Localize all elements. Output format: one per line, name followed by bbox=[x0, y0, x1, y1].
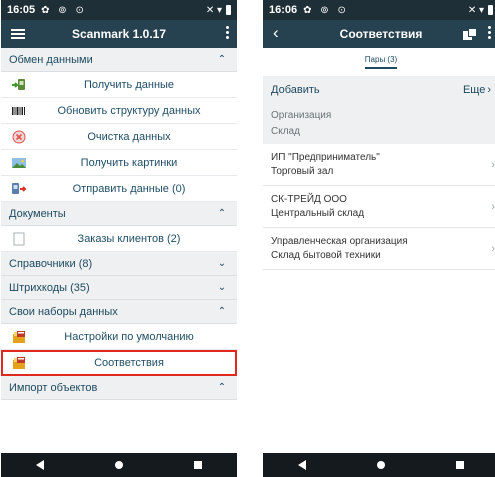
sync-icon[interactable] bbox=[463, 28, 477, 40]
main-menu-list: Обмен данными ⌃ Получить данные Обновить ст… bbox=[1, 48, 237, 400]
menu-item[interactable]: Получить данные bbox=[1, 72, 237, 98]
section-title: Документы bbox=[9, 207, 66, 220]
section-title: Справочники (8) bbox=[9, 257, 93, 270]
pair-organization: ИП "Предприниматель" bbox=[271, 151, 380, 163]
more-options-icon[interactable] bbox=[226, 26, 229, 39]
android-nav-bar bbox=[263, 453, 495, 477]
section-header[interactable]: Импорт объектов ⌃ bbox=[1, 376, 237, 400]
app-title: Scanmark 1.0.17 bbox=[71, 27, 167, 41]
chevron-up-icon[interactable]: ⌃ bbox=[215, 53, 229, 67]
menu-item-label: Обновить структуру данных bbox=[57, 104, 201, 117]
nav-home-icon[interactable] bbox=[376, 461, 385, 469]
section-header[interactable]: Справочники (8) ⌄ bbox=[1, 252, 237, 276]
pair-warehouse: Торговый зал bbox=[271, 165, 334, 177]
chevron-down-icon[interactable]: ⌄ bbox=[215, 281, 229, 295]
phone-main-menu: 16:05 ✿ ⊚ ⊙ ✕ ▾ Scanmark 1.0.17 Обмен да… bbox=[1, 0, 237, 477]
status-notification-icons: ✿ ⊚ ⊙ bbox=[303, 4, 349, 16]
barcode-icon bbox=[11, 104, 27, 118]
section-title: Свои наборы данных bbox=[9, 305, 118, 318]
nav-home-icon[interactable] bbox=[114, 461, 123, 469]
menu-item[interactable]: Очистка данных bbox=[1, 124, 237, 150]
section-header[interactable]: Обмен данными ⌃ bbox=[1, 48, 237, 72]
section-title: Штрихкоды (35) bbox=[9, 281, 90, 294]
chevron-down-icon[interactable]: ⌄ bbox=[215, 257, 229, 271]
image-icon bbox=[11, 156, 27, 170]
screenshot-stage: 16:05 ✿ ⊚ ⊙ ✕ ▾ Scanmark 1.0.17 Обмен да… bbox=[0, 0, 495, 477]
status-system-icons: ✕ ▾ bbox=[468, 0, 493, 20]
section-header[interactable]: Документы ⌃ bbox=[1, 202, 237, 226]
status-bar: 16:06 ✿ ⊚ ⊙ ✕ ▾ bbox=[263, 0, 495, 20]
send-data-icon bbox=[11, 182, 27, 196]
nav-recents-icon[interactable] bbox=[193, 461, 202, 469]
action-row: Добавить Еще › bbox=[263, 76, 495, 104]
menu-item-label: Настройки по умолчанию bbox=[64, 330, 194, 343]
menu-item[interactable]: Получить картинки bbox=[1, 150, 237, 176]
menu-item-label: Заказы клиентов (2) bbox=[77, 232, 181, 245]
menu-item-label: Получить картинки bbox=[80, 156, 178, 169]
pair-row[interactable]: ИП "Предприниматель" Торговый зал › bbox=[263, 144, 495, 186]
more-button[interactable]: Еще › bbox=[463, 84, 491, 96]
receive-data-icon bbox=[11, 78, 27, 92]
section-title: Обмен данными bbox=[9, 53, 93, 66]
menu-item-label: Получить данные bbox=[83, 78, 175, 91]
chevron-up-icon[interactable]: ⌃ bbox=[215, 305, 229, 319]
mapping-dataset-icon bbox=[11, 356, 27, 370]
nav-recents-icon[interactable] bbox=[455, 461, 464, 469]
menu-item[interactable]: Соответствия bbox=[1, 350, 237, 376]
pair-row[interactable]: СК-ТРЕЙД ООО Центральный склад › bbox=[263, 186, 495, 228]
more-options-icon[interactable] bbox=[488, 26, 491, 39]
status-system-icons: ✕ ▾ bbox=[206, 0, 231, 20]
screen-title: Соответствия bbox=[339, 27, 423, 41]
menu-item[interactable]: Заказы клиентов (2) bbox=[1, 226, 237, 252]
header-warehouse: Склад bbox=[271, 126, 300, 137]
signal-icon: ✕ ▾ bbox=[205, 4, 222, 16]
menu-item[interactable]: Отправить данные (0) bbox=[1, 176, 237, 202]
pair-text: ИП "Предприниматель" Торговый зал bbox=[271, 151, 491, 179]
menu-item[interactable]: Обновить структуру данных bbox=[1, 98, 237, 124]
tab-bar: Пары (3) bbox=[263, 48, 495, 76]
chevron-right-icon: › bbox=[491, 243, 495, 255]
chevron-right-icon: › bbox=[491, 201, 495, 213]
clear-icon bbox=[11, 130, 27, 144]
android-nav-bar bbox=[1, 453, 237, 477]
status-time: 16:05 bbox=[7, 4, 36, 16]
chevron-right-icon: › bbox=[487, 84, 491, 96]
chevron-right-icon: › bbox=[491, 159, 495, 171]
menu-item-label: Очистка данных bbox=[87, 130, 171, 143]
menu-item-label: Отправить данные (0) bbox=[72, 182, 186, 195]
settings-dataset-icon bbox=[11, 330, 27, 344]
section-title: Импорт объектов bbox=[9, 381, 98, 394]
pair-warehouse: Склад бытовой техники bbox=[271, 249, 381, 261]
battery-icon bbox=[488, 5, 493, 15]
nav-back-icon[interactable] bbox=[36, 460, 45, 470]
menu-item-label: Соответствия bbox=[94, 356, 164, 369]
add-button[interactable]: Добавить bbox=[271, 84, 320, 96]
chevron-up-icon[interactable]: ⌃ bbox=[215, 207, 229, 221]
header-organization: Организация bbox=[271, 110, 332, 121]
pairs-list: ИП "Предприниматель" Торговый зал › СК-ТРЕЙ… bbox=[263, 144, 495, 270]
signal-icon: ✕ ▾ bbox=[467, 4, 484, 16]
status-notification-icons: ✿ ⊚ ⊙ bbox=[41, 4, 87, 16]
nav-back-icon[interactable] bbox=[298, 460, 307, 470]
phone-mappings: 16:06 ✿ ⊚ ⊙ ✕ ▾ ‹ Соответствия Пары (3) … bbox=[263, 0, 495, 477]
menu-item[interactable]: Настройки по умолчанию bbox=[1, 324, 237, 350]
status-bar: 16:05 ✿ ⊚ ⊙ ✕ ▾ bbox=[1, 0, 237, 20]
app-bar: ‹ Соответствия bbox=[263, 20, 495, 48]
column-header: Организация Склад bbox=[263, 104, 495, 144]
pair-warehouse: Центральный склад bbox=[271, 207, 365, 219]
pair-text: Управленческая организация Склад бытовой … bbox=[271, 235, 491, 263]
section-header[interactable]: Штрихкоды (35) ⌄ bbox=[1, 276, 237, 300]
status-time: 16:06 bbox=[269, 4, 298, 16]
chevron-up-icon[interactable]: ⌃ bbox=[215, 381, 229, 395]
app-bar: Scanmark 1.0.17 bbox=[1, 20, 237, 48]
pair-row[interactable]: Управленческая организация Склад бытовой … bbox=[263, 228, 495, 270]
pair-organization: Управленческая организация bbox=[271, 235, 408, 247]
document-icon bbox=[11, 232, 27, 246]
section-header[interactable]: Свои наборы данных ⌃ bbox=[1, 300, 237, 324]
more-label: Еще bbox=[462, 84, 486, 96]
pair-text: СК-ТРЕЙД ООО Центральный склад bbox=[271, 193, 491, 221]
pair-organization: СК-ТРЕЙД ООО bbox=[271, 193, 347, 205]
battery-icon bbox=[226, 5, 231, 15]
tab-pairs[interactable]: Пары (3) bbox=[364, 55, 398, 69]
